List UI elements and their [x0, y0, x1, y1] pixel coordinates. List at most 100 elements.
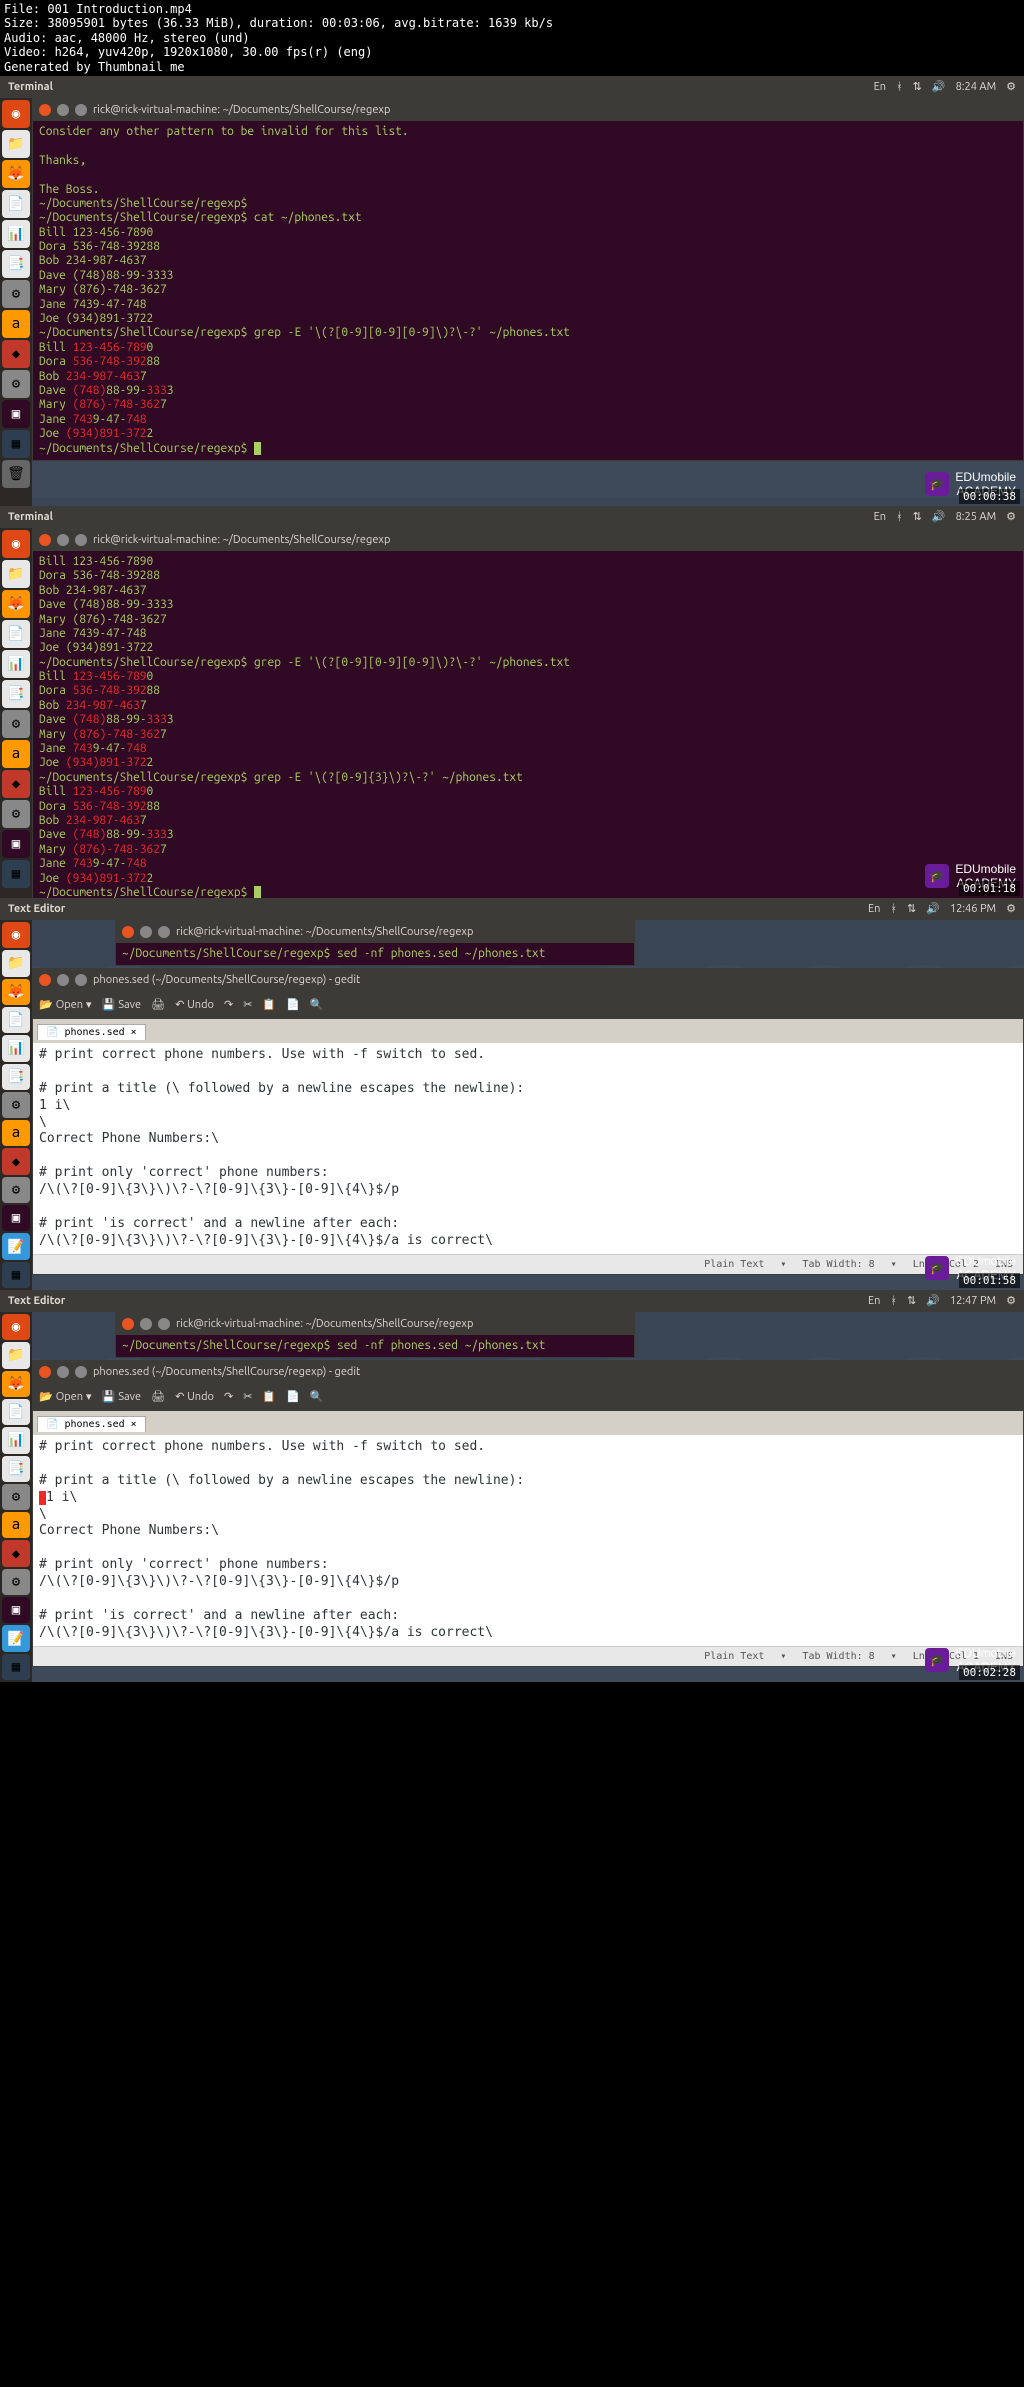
titlebar[interactable]: rick@rick-virtual-machine: ~/Documents/S…: [116, 1313, 634, 1335]
cut-icon[interactable]: ✂: [243, 1390, 252, 1403]
paste-icon[interactable]: 📄: [286, 998, 300, 1011]
tab-close-icon[interactable]: ×: [131, 1027, 137, 1038]
gedit-window[interactable]: phones.sed (~/Documents/ShellCourse/rege…: [32, 968, 1024, 1275]
close-icon[interactable]: [39, 534, 51, 546]
network-icon[interactable]: ⇅: [913, 510, 922, 523]
titlebar[interactable]: rick@rick-virtual-machine: ~/Documents/S…: [33, 529, 1023, 551]
files-icon[interactable]: 📁: [2, 950, 30, 976]
app-icon[interactable]: ◆: [2, 340, 30, 368]
maximize-icon[interactable]: [158, 1318, 170, 1330]
firefox-icon[interactable]: 🦊: [2, 160, 30, 188]
dash-icon[interactable]: ◉: [2, 100, 30, 128]
app2-icon[interactable]: ▦: [2, 430, 30, 458]
amazon-icon[interactable]: a: [2, 1120, 30, 1146]
app2-icon[interactable]: ▦: [2, 1262, 30, 1288]
settings-icon[interactable]: ⚙: [2, 1569, 30, 1595]
doc-icon[interactable]: 📄: [2, 190, 30, 218]
open-button[interactable]: 📂 Open ▾: [39, 998, 92, 1011]
app-icon[interactable]: ◆: [2, 1540, 30, 1566]
minimize-icon[interactable]: [57, 104, 69, 116]
maximize-icon[interactable]: [158, 926, 170, 938]
dash-icon[interactable]: ◉: [2, 530, 30, 558]
syntax-selector[interactable]: Plain Text: [704, 1259, 764, 1270]
undo-button[interactable]: ↶ Undo: [175, 1390, 214, 1403]
sound-icon[interactable]: 🔊: [926, 902, 940, 915]
calc-icon[interactable]: 📊: [2, 220, 30, 248]
gear-icon[interactable]: ⚙: [1006, 80, 1016, 93]
editor-content[interactable]: # print correct phone numbers. Use with …: [33, 1043, 1023, 1254]
save-button[interactable]: 💾 Save: [102, 1390, 142, 1403]
copy-icon[interactable]: 📋: [262, 998, 276, 1011]
software-icon[interactable]: ⚙: [2, 710, 30, 738]
redo-icon[interactable]: ↷: [224, 1390, 233, 1403]
sound-icon[interactable]: 🔊: [926, 1294, 940, 1307]
maximize-icon[interactable]: [75, 104, 87, 116]
calc-icon[interactable]: 📊: [2, 650, 30, 678]
clock[interactable]: 12:47 PM: [950, 1295, 996, 1307]
minimize-icon[interactable]: [140, 926, 152, 938]
terminal-window[interactable]: rick@rick-virtual-machine: ~/Documents/S…: [32, 528, 1024, 905]
syntax-selector[interactable]: Plain Text: [704, 1651, 764, 1662]
print-icon[interactable]: 🖨: [151, 1390, 165, 1403]
titlebar[interactable]: phones.sed (~/Documents/ShellCourse/rege…: [33, 969, 1023, 991]
tab-close-icon[interactable]: ×: [131, 1419, 137, 1430]
terminal-icon[interactable]: ▣: [2, 1205, 30, 1231]
files-icon[interactable]: 📁: [2, 130, 30, 158]
impress-icon[interactable]: 📑: [2, 680, 30, 708]
clock[interactable]: 12:46 PM: [950, 903, 996, 915]
tabwidth-selector[interactable]: Tab Width: 8: [802, 1259, 874, 1270]
software-icon[interactable]: ⚙: [2, 1092, 30, 1118]
bluetooth-icon[interactable]: ᚼ: [896, 81, 903, 93]
app-icon[interactable]: ◆: [2, 770, 30, 798]
bluetooth-icon[interactable]: ᚼ: [896, 511, 903, 523]
settings-icon[interactable]: ⚙: [2, 800, 30, 828]
clock[interactable]: 8:25 AM: [956, 511, 997, 523]
gedit-icon[interactable]: 📝: [2, 1625, 30, 1651]
search-icon[interactable]: 🔍: [310, 998, 324, 1011]
search-icon[interactable]: 🔍: [310, 1390, 324, 1403]
doc-icon[interactable]: 📄: [2, 1399, 30, 1425]
lang-indicator[interactable]: En: [874, 81, 886, 93]
terminal-output[interactable]: Consider any other pattern to be invalid…: [33, 121, 1023, 460]
minimize-icon[interactable]: [57, 974, 69, 986]
terminal-window[interactable]: rick@rick-virtual-machine: ~/Documents/S…: [32, 98, 1024, 461]
minimize-icon[interactable]: [140, 1318, 152, 1330]
undo-button[interactable]: ↶ Undo: [175, 998, 214, 1011]
settings-icon[interactable]: ⚙: [2, 1177, 30, 1203]
paste-icon[interactable]: 📄: [286, 1390, 300, 1403]
bluetooth-icon[interactable]: ᚼ: [890, 903, 897, 915]
close-icon[interactable]: [39, 104, 51, 116]
clock[interactable]: 8:24 AM: [956, 81, 997, 93]
impress-icon[interactable]: 📑: [2, 250, 30, 278]
lang-indicator[interactable]: En: [874, 511, 886, 523]
terminal-icon[interactable]: ▣: [2, 1597, 30, 1623]
network-icon[interactable]: ⇅: [913, 80, 922, 93]
lang-indicator[interactable]: En: [868, 1295, 880, 1307]
background-terminal[interactable]: rick@rick-virtual-machine: ~/Documents/S…: [115, 1312, 635, 1358]
app-icon[interactable]: ◆: [2, 1148, 30, 1174]
firefox-icon[interactable]: 🦊: [2, 1371, 30, 1397]
gedit-icon[interactable]: 📝: [2, 1233, 30, 1259]
doc-icon[interactable]: 📄: [2, 1007, 30, 1033]
maximize-icon[interactable]: [75, 974, 87, 986]
files-icon[interactable]: 📁: [2, 560, 30, 588]
calc-icon[interactable]: 📊: [2, 1035, 30, 1061]
network-icon[interactable]: ⇅: [907, 1294, 916, 1307]
settings-icon[interactable]: ⚙: [2, 370, 30, 398]
software-icon[interactable]: ⚙: [2, 1484, 30, 1510]
tabwidth-selector[interactable]: Tab Width: 8: [802, 1651, 874, 1662]
impress-icon[interactable]: 📑: [2, 1456, 30, 1482]
amazon-icon[interactable]: a: [2, 1512, 30, 1538]
trash-icon[interactable]: 🗑: [2, 460, 30, 488]
gear-icon[interactable]: ⚙: [1006, 902, 1016, 915]
close-icon[interactable]: [122, 1318, 134, 1330]
titlebar[interactable]: phones.sed (~/Documents/ShellCourse/rege…: [33, 1361, 1023, 1383]
titlebar[interactable]: rick@rick-virtual-machine: ~/Documents/S…: [116, 921, 634, 943]
save-button[interactable]: 💾 Save: [102, 998, 142, 1011]
cut-icon[interactable]: ✂: [243, 998, 252, 1011]
terminal-icon[interactable]: ▣: [2, 830, 30, 858]
redo-icon[interactable]: ↷: [224, 998, 233, 1011]
close-icon[interactable]: [39, 1366, 51, 1378]
minimize-icon[interactable]: [57, 1366, 69, 1378]
amazon-icon[interactable]: a: [2, 740, 30, 768]
